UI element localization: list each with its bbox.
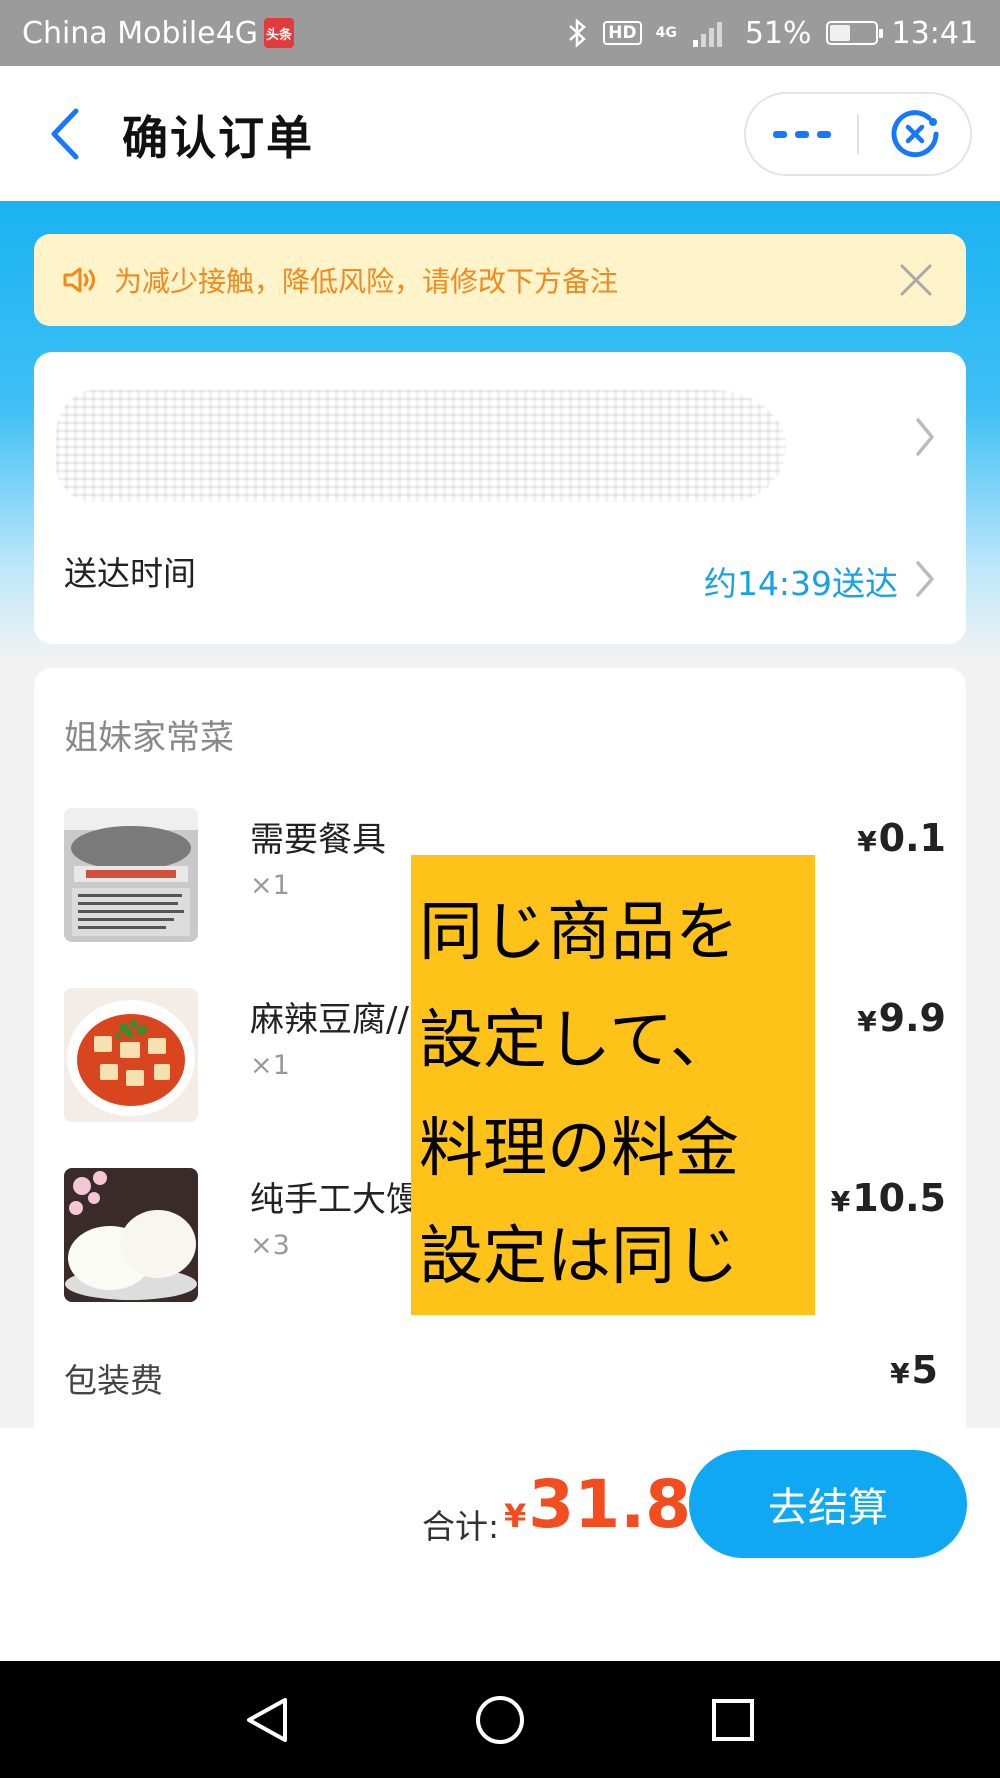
notice-close-button[interactable] <box>894 258 938 302</box>
page-title: 确认订单 <box>122 111 314 165</box>
nav-home-button[interactable] <box>465 1685 535 1755</box>
item-price-value: 0.1 <box>878 816 946 860</box>
battery-icon <box>825 21 883 45</box>
total-amount-value: 31.8 <box>528 1466 692 1543</box>
item-thumbnail <box>64 808 198 942</box>
chevron-right-icon[interactable] <box>910 412 940 462</box>
currency-symbol: ¥ <box>890 1357 910 1390</box>
steamed-bun-image <box>64 1168 198 1302</box>
close-mini-program-button[interactable] <box>859 94 970 174</box>
square-recents-icon <box>712 1698 755 1741</box>
delivery-time-label: 送达时间 <box>64 554 196 593</box>
circle-home-icon <box>475 1695 524 1744</box>
order-confirm-page: China Mobile4G 头条 HD 4G 51% 13:41 确认订单 为… <box>0 0 1000 1778</box>
battery-percent: 51% <box>744 15 812 51</box>
packaging-fee-value: 5 <box>911 1348 938 1392</box>
item-price: ¥0.1 <box>857 816 946 860</box>
item-thumbnail <box>64 1168 198 1302</box>
item-quantity: ×3 <box>250 1230 290 1261</box>
address-card: 送达时间 约14:39送达 <box>34 352 966 644</box>
item-thumbnail <box>64 988 198 1122</box>
annotation-line: 設定は同じ <box>419 1220 739 1294</box>
news-app-icon: 头条 <box>263 18 294 48</box>
bluetooth-icon <box>569 18 587 48</box>
hd-badge: HD <box>603 21 642 45</box>
item-price-value: 9.9 <box>878 996 946 1040</box>
speaker-icon <box>63 267 95 293</box>
chevron-right-icon[interactable] <box>910 556 940 602</box>
status-left: China Mobile4G 头条 <box>22 16 294 51</box>
signal-icon <box>692 22 722 47</box>
annotation-line: 同じ商品を <box>419 896 739 970</box>
utensils-image <box>64 808 198 942</box>
currency-symbol: ¥ <box>504 1497 527 1535</box>
shop-name: 姐妹家常菜 <box>64 718 234 758</box>
annotation-overlay: 同じ商品を 設定して、 料理の料金 設定は同じ <box>411 855 815 1315</box>
currency-symbol: ¥ <box>857 1005 877 1038</box>
delivery-time-value[interactable]: 约14:39送达 <box>704 557 898 605</box>
packaging-fee-label: 包装费 <box>64 1361 163 1400</box>
currency-symbol: ¥ <box>857 825 877 858</box>
item-name: 需要餐具 <box>250 820 386 860</box>
nav-back-button[interactable] <box>232 1685 302 1755</box>
more-button[interactable] <box>746 94 857 174</box>
close-icon <box>900 264 932 296</box>
nav-header: 确认订单 <box>0 66 1000 201</box>
chevron-left-icon <box>51 108 79 160</box>
item-price: ¥9.9 <box>857 996 946 1040</box>
notice-text: 为减少接触，降低风险，请修改下方备注 <box>114 265 619 298</box>
packaging-fee-price: ¥5 <box>890 1348 938 1392</box>
address-redacted[interactable] <box>56 390 786 502</box>
back-button[interactable] <box>40 104 90 164</box>
more-icon <box>772 130 787 138</box>
currency-symbol: ¥ <box>830 1185 851 1218</box>
item-name: 麻辣豆腐// <box>250 1000 409 1040</box>
checkout-button[interactable]: 去结算 <box>689 1450 967 1558</box>
system-nav-bar <box>0 1661 1000 1778</box>
annotation-line: 料理の料金 <box>419 1112 739 1186</box>
mapo-tofu-image <box>64 988 198 1122</box>
total-label: 合计: <box>422 1507 500 1546</box>
clock: 13:41 <box>891 15 978 51</box>
total-amount: ¥31.8 <box>504 1466 691 1543</box>
annotation-line: 設定して、 <box>419 1004 734 1078</box>
carrier-label: China Mobile4G <box>22 15 258 51</box>
notice-bar: 为减少接触，降低风险，请修改下方备注 <box>34 234 966 326</box>
battery-level <box>829 25 850 41</box>
close-circle-icon <box>891 110 938 158</box>
mini-program-capsule <box>744 92 972 176</box>
triangle-back-icon <box>246 1697 287 1742</box>
status-bar: China Mobile4G 头条 HD 4G 51% 13:41 <box>0 0 1000 66</box>
item-quantity: ×1 <box>250 1050 290 1081</box>
status-right: HD 4G 51% 13:41 <box>567 16 978 51</box>
nav-recents-button[interactable] <box>698 1685 768 1755</box>
network-type: 4G <box>655 25 677 41</box>
more-icon-dot <box>816 130 831 138</box>
item-price-value: 10.5 <box>852 1176 946 1220</box>
more-icon-dot <box>794 130 809 138</box>
checkout-bar: 合计: ¥31.8 去结算 <box>0 1428 1000 1661</box>
item-quantity: ×1 <box>250 870 290 901</box>
item-price: ¥10.5 <box>831 1176 946 1220</box>
